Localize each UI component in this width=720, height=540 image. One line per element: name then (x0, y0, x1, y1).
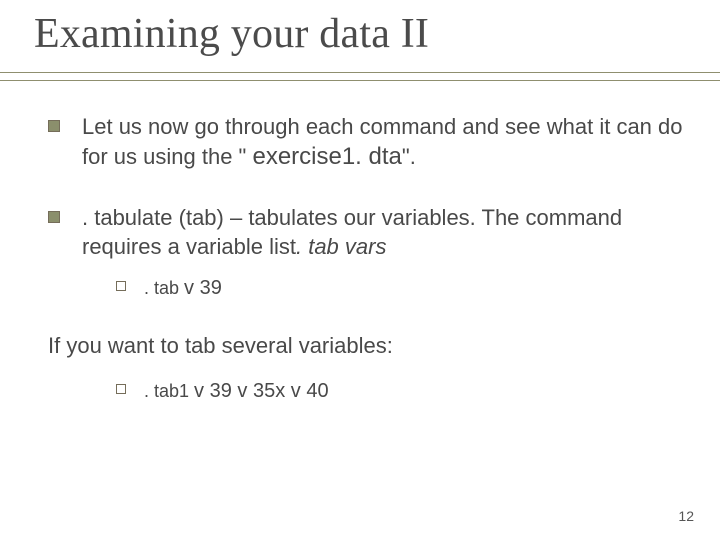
slide-title: Examining your data II (34, 10, 686, 58)
bullet-item-2: . tabulate (tab) – tabulates our variabl… (48, 203, 686, 301)
sub2-part-b: v 39 v 35x v 40 (194, 380, 329, 402)
bullet-2-part-a: . tabulate (82, 205, 173, 230)
bullet-1-part-c: ". (402, 144, 416, 169)
slide: Examining your data II Let us now go thr… (0, 0, 720, 540)
slide-content: Let us now go through each command and s… (48, 112, 686, 405)
sub-bullet-list-2: . tab1 v 39 v 35x v 40 (82, 378, 686, 404)
sub1-part-b: v 39 (184, 277, 222, 299)
after-text: If you want to tab several variables: (48, 331, 686, 360)
small-square-bullet-icon (116, 281, 126, 291)
bullet-2-part-c: . tab vars (296, 234, 386, 259)
small-square-bullet-icon (116, 384, 126, 394)
bullet-1-part-b: exercise1. dta (252, 143, 401, 170)
bullet-item-1: Let us now go through each command and s… (48, 112, 686, 173)
bullet-list: Let us now go through each command and s… (48, 112, 686, 301)
sub-bullet-list-1: . tab v 39 (82, 275, 686, 301)
sub2-part-a: . tab1 (144, 381, 194, 401)
square-bullet-icon (48, 211, 60, 223)
page-number: 12 (678, 508, 694, 524)
square-bullet-icon (48, 120, 60, 132)
title-rule (0, 72, 720, 81)
sub1-part-a: . tab (144, 278, 184, 298)
sub-bullet-item-1: . tab v 39 (116, 275, 686, 301)
sub-bullet-item-2: . tab1 v 39 v 35x v 40 (116, 378, 686, 404)
